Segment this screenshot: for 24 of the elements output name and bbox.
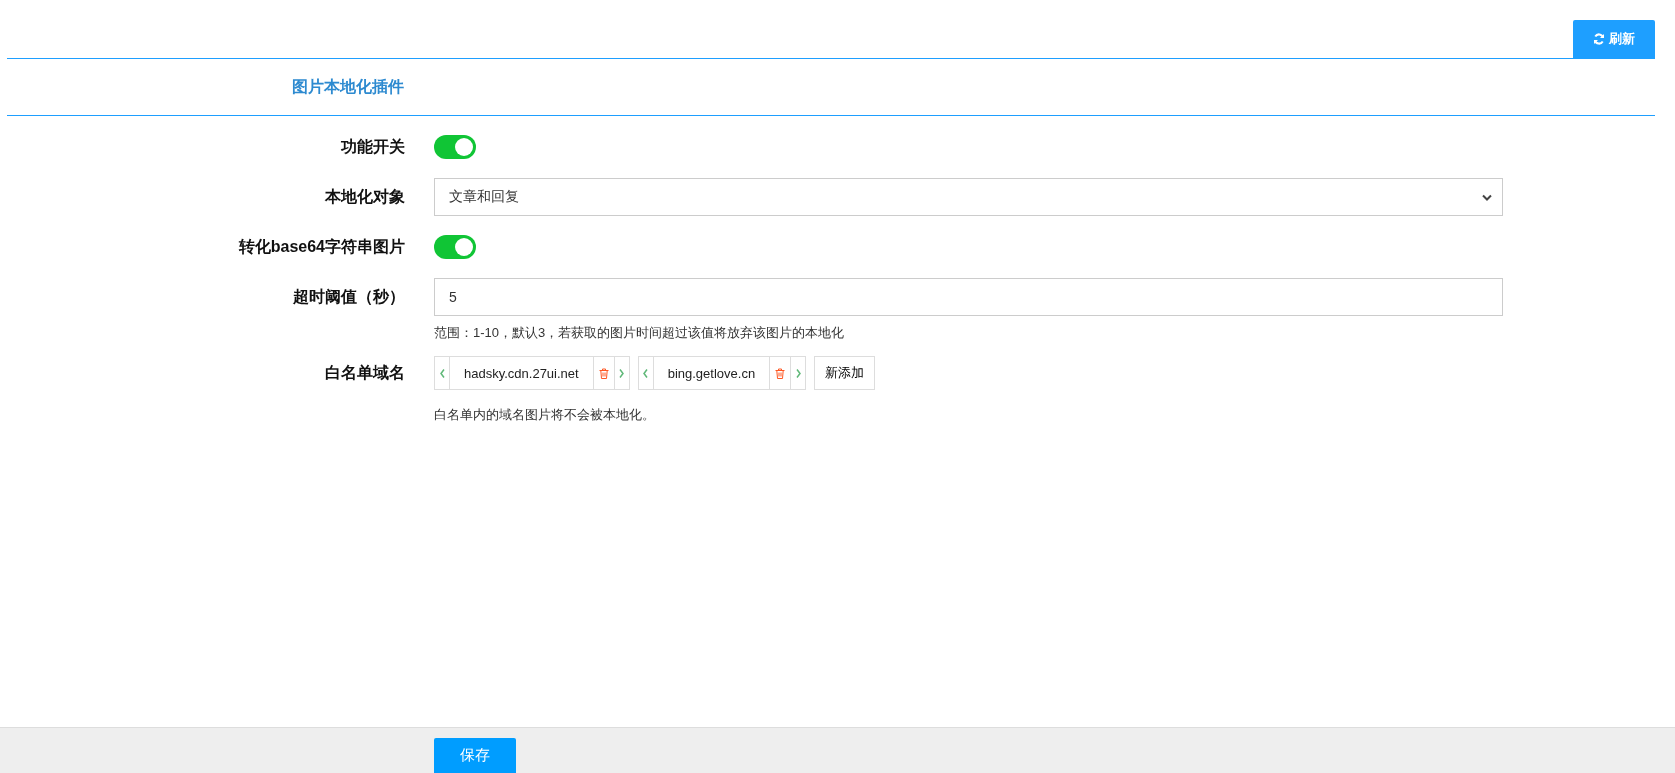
trash-icon[interactable]	[598, 367, 609, 379]
domain-text: bing.getlove.cn	[653, 357, 771, 389]
section-title: 图片本地化插件	[292, 76, 404, 97]
chevron-right-icon[interactable]	[795, 368, 801, 378]
field-label: 本地化对象	[324, 187, 405, 207]
chevron-left-icon[interactable]	[439, 368, 445, 378]
help-text: 白名单内的域名图片将不会被本地化。	[434, 406, 656, 424]
trash-icon[interactable]	[775, 367, 786, 379]
field-label: 转化base64字符串图片	[237, 237, 405, 257]
help-text: 范围：1-10，默认3，若获取的图片时间超过该值将放弃该图片的本地化	[434, 324, 846, 342]
chevron-right-icon[interactable]	[619, 368, 625, 378]
toggle-switch[interactable]	[434, 135, 476, 159]
chevron-left-icon[interactable]	[643, 368, 649, 378]
select-dropdown[interactable]: 文章和回复	[434, 178, 1503, 216]
add-button[interactable]: 新添加	[814, 356, 876, 390]
domain-text: hadsky.cdn.27ui.net	[450, 357, 594, 389]
chevron-down-icon	[1482, 193, 1492, 201]
field-label: 功能开关	[340, 137, 405, 157]
select-value: 文章和回复	[449, 188, 519, 206]
field-label: 超时阈值（秒）	[292, 287, 405, 307]
toggle-switch[interactable]	[434, 235, 476, 259]
refresh-icon	[1593, 33, 1605, 45]
field-label: 白名单域名	[324, 363, 405, 383]
text-input[interactable]: 5	[434, 278, 1503, 316]
